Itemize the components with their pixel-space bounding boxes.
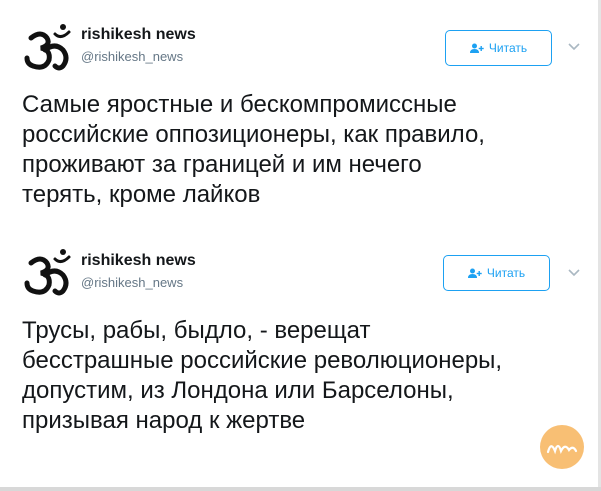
tweet-text-line: терять, кроме лайков [22,181,261,208]
tweet-text-line: бесстрашные российские революционеры, [22,347,503,374]
watermark-logo [540,425,584,469]
follow-button-label: Читать [488,41,528,55]
tweet-text-line: Самые яростные и бескомпромиссные [22,91,457,118]
author-handle[interactable]: @rishikesh_news [81,49,183,64]
om-symbol-icon [21,20,77,81]
follow-button-label: Читать [486,266,526,280]
tweet-text-line: Трусы, рабы, быдло, - верещат [22,317,371,344]
tweet-text: Самые яростные и бескомпромиссные россий… [22,90,582,210]
tweet-text-line: допустим, из Лондона или Барселоны, [22,377,454,404]
author-name[interactable]: rishikesh news [81,252,196,270]
frame-edge [0,487,601,491]
author-name[interactable]: rishikesh news [81,26,196,44]
tweet-text-line: призывая народ к жертве [22,407,306,434]
add-user-icon [469,43,484,54]
tweet-text-line: проживают за границей и им нечего [22,151,422,178]
tweet-card: rishikesh news @rishikesh_news Читать Тр… [0,235,601,491]
chevron-down-icon[interactable] [567,266,581,280]
follow-button[interactable]: Читать [445,30,552,66]
avatar[interactable] [21,22,77,78]
page: rishikesh news @rishikesh_news Читать Са… [0,0,601,491]
add-user-icon [467,268,482,279]
tweet-card: rishikesh news @rishikesh_news Читать Са… [0,0,601,232]
chevron-down-icon[interactable] [567,40,581,54]
om-symbol-icon [21,245,77,306]
avatar[interactable] [21,247,77,303]
follow-button[interactable]: Читать [443,255,550,291]
author-handle[interactable]: @rishikesh_news [81,275,183,290]
tweet-text: Трусы, рабы, быдло, - верещат бесстрашны… [22,316,582,436]
tweet-text-line: российские оппозиционеры, как правило, [22,121,485,148]
